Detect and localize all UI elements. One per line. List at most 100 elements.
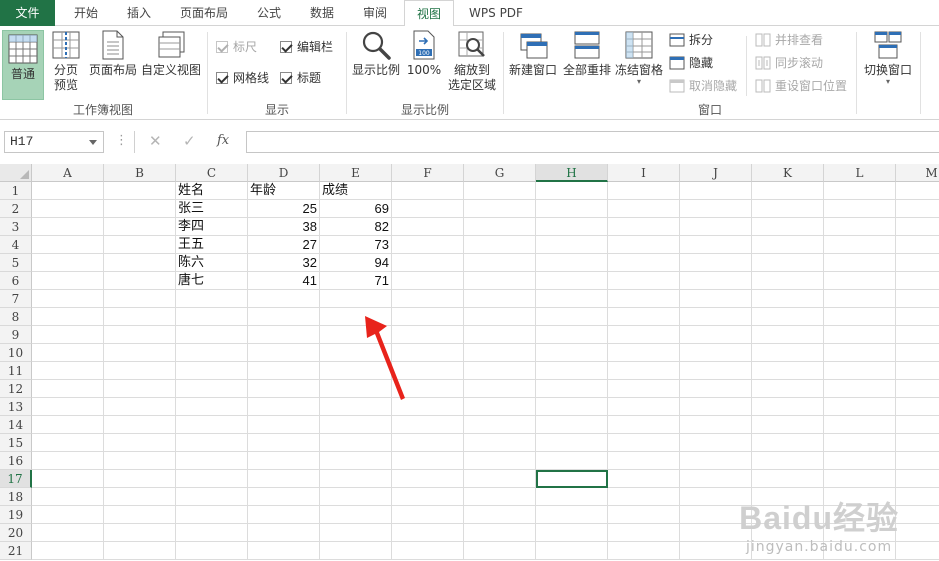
cell-L9[interactable] bbox=[824, 326, 896, 344]
cell-A10[interactable] bbox=[32, 344, 104, 362]
cell-E16[interactable] bbox=[320, 452, 392, 470]
cell-I10[interactable] bbox=[608, 344, 680, 362]
cell-J6[interactable] bbox=[680, 272, 752, 290]
cell-H5[interactable] bbox=[536, 254, 608, 272]
cell-H16[interactable] bbox=[536, 452, 608, 470]
cell-M6[interactable] bbox=[896, 272, 939, 290]
cell-B12[interactable] bbox=[104, 380, 176, 398]
cell-A9[interactable] bbox=[32, 326, 104, 344]
row-header-15[interactable]: 15 bbox=[0, 434, 32, 452]
cell-E7[interactable] bbox=[320, 290, 392, 308]
new-window-button[interactable]: 新建窗口 bbox=[507, 30, 559, 78]
cell-I7[interactable] bbox=[608, 290, 680, 308]
cell-G2[interactable] bbox=[464, 200, 536, 218]
cell-C10[interactable] bbox=[176, 344, 248, 362]
cell-J16[interactable] bbox=[680, 452, 752, 470]
cell-A8[interactable] bbox=[32, 308, 104, 326]
cell-F20[interactable] bbox=[392, 524, 464, 542]
cell-B8[interactable] bbox=[104, 308, 176, 326]
cell-A7[interactable] bbox=[32, 290, 104, 308]
cell-L13[interactable] bbox=[824, 398, 896, 416]
cell-L17[interactable] bbox=[824, 470, 896, 488]
cell-F21[interactable] bbox=[392, 542, 464, 560]
cell-E17[interactable] bbox=[320, 470, 392, 488]
cell-J9[interactable] bbox=[680, 326, 752, 344]
cell-A14[interactable] bbox=[32, 416, 104, 434]
cell-B16[interactable] bbox=[104, 452, 176, 470]
cell-L16[interactable] bbox=[824, 452, 896, 470]
cell-M7[interactable] bbox=[896, 290, 939, 308]
column-header-l[interactable]: L bbox=[824, 164, 896, 182]
normal-view-button[interactable]: 普通 bbox=[2, 30, 44, 100]
cell-C16[interactable] bbox=[176, 452, 248, 470]
cell-B14[interactable] bbox=[104, 416, 176, 434]
cell-C14[interactable] bbox=[176, 416, 248, 434]
cell-B11[interactable] bbox=[104, 362, 176, 380]
cell-I6[interactable] bbox=[608, 272, 680, 290]
cell-M8[interactable] bbox=[896, 308, 939, 326]
cell-H6[interactable] bbox=[536, 272, 608, 290]
tab-wps-pdf[interactable]: WPS PDF bbox=[458, 0, 534, 26]
cell-M13[interactable] bbox=[896, 398, 939, 416]
cell-M9[interactable] bbox=[896, 326, 939, 344]
cell-I15[interactable] bbox=[608, 434, 680, 452]
cell-D20[interactable] bbox=[248, 524, 320, 542]
cell-C12[interactable] bbox=[176, 380, 248, 398]
reset-window-position-button[interactable]: 重设窗口位置 bbox=[755, 76, 847, 96]
cell-F16[interactable] bbox=[392, 452, 464, 470]
column-header-f[interactable]: F bbox=[392, 164, 464, 182]
cell-L11[interactable] bbox=[824, 362, 896, 380]
cell-H21[interactable] bbox=[536, 542, 608, 560]
cell-D8[interactable] bbox=[248, 308, 320, 326]
cell-C6[interactable]: 唐七 bbox=[176, 272, 248, 290]
row-header-13[interactable]: 13 bbox=[0, 398, 32, 416]
cell-E21[interactable] bbox=[320, 542, 392, 560]
cell-A2[interactable] bbox=[32, 200, 104, 218]
cell-J15[interactable] bbox=[680, 434, 752, 452]
cell-H9[interactable] bbox=[536, 326, 608, 344]
cell-A13[interactable] bbox=[32, 398, 104, 416]
cell-C11[interactable] bbox=[176, 362, 248, 380]
cell-G6[interactable] bbox=[464, 272, 536, 290]
cell-D16[interactable] bbox=[248, 452, 320, 470]
cell-F1[interactable] bbox=[392, 182, 464, 200]
cell-G3[interactable] bbox=[464, 218, 536, 236]
cell-E18[interactable] bbox=[320, 488, 392, 506]
cell-K4[interactable] bbox=[752, 236, 824, 254]
tab-review[interactable]: 审阅 bbox=[350, 0, 400, 26]
cell-C19[interactable] bbox=[176, 506, 248, 524]
cell-H10[interactable] bbox=[536, 344, 608, 362]
cell-H18[interactable] bbox=[536, 488, 608, 506]
column-header-e[interactable]: E bbox=[320, 164, 392, 182]
row-header-12[interactable]: 12 bbox=[0, 380, 32, 398]
cell-I20[interactable] bbox=[608, 524, 680, 542]
cell-A18[interactable] bbox=[32, 488, 104, 506]
cell-B2[interactable] bbox=[104, 200, 176, 218]
cell-G21[interactable] bbox=[464, 542, 536, 560]
cell-G17[interactable] bbox=[464, 470, 536, 488]
column-header-h[interactable]: H bbox=[536, 164, 608, 182]
cell-D21[interactable] bbox=[248, 542, 320, 560]
cell-F3[interactable] bbox=[392, 218, 464, 236]
cell-E1[interactable]: 成绩 bbox=[320, 182, 392, 200]
cell-I14[interactable] bbox=[608, 416, 680, 434]
cell-G11[interactable] bbox=[464, 362, 536, 380]
row-header-19[interactable]: 19 bbox=[0, 506, 32, 524]
tab-file[interactable]: 文件 bbox=[0, 0, 55, 26]
cell-L15[interactable] bbox=[824, 434, 896, 452]
cell-H2[interactable] bbox=[536, 200, 608, 218]
cell-H7[interactable] bbox=[536, 290, 608, 308]
cell-M15[interactable] bbox=[896, 434, 939, 452]
cell-K11[interactable] bbox=[752, 362, 824, 380]
cell-K8[interactable] bbox=[752, 308, 824, 326]
row-header-5[interactable]: 5 bbox=[0, 254, 32, 272]
cell-F5[interactable] bbox=[392, 254, 464, 272]
cell-M18[interactable] bbox=[896, 488, 939, 506]
cell-J5[interactable] bbox=[680, 254, 752, 272]
cell-C3[interactable]: 李四 bbox=[176, 218, 248, 236]
cell-B6[interactable] bbox=[104, 272, 176, 290]
formula-bar-checkbox[interactable]: 编辑栏 bbox=[280, 38, 333, 56]
cell-I21[interactable] bbox=[608, 542, 680, 560]
cell-B10[interactable] bbox=[104, 344, 176, 362]
switch-windows-button[interactable]: 切换窗口 ▾ bbox=[860, 30, 916, 86]
